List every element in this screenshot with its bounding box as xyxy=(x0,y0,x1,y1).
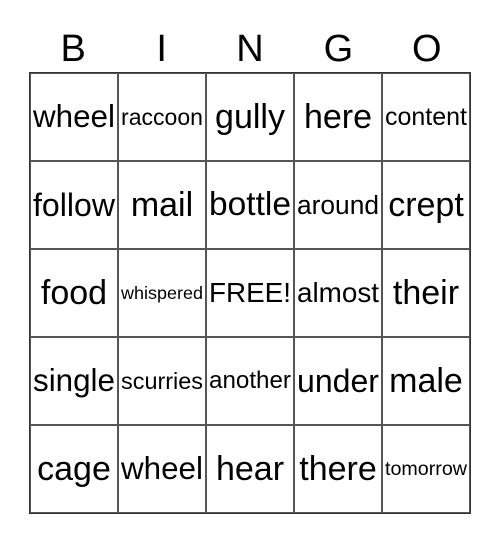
bingo-cell: their xyxy=(382,249,470,337)
bingo-cell-word: hear xyxy=(215,449,285,488)
bingo-cell-word: food xyxy=(40,273,108,312)
bingo-cell: around xyxy=(294,161,382,249)
bingo-grid: wheel raccoon gully here content follow mail bo… xyxy=(29,72,471,514)
bingo-cell-word: crept xyxy=(388,185,464,224)
bingo-cell: content xyxy=(382,73,470,161)
bingo-cell-word: around xyxy=(297,189,379,220)
bingo-cell-word: cage xyxy=(37,449,111,488)
bingo-cell: almost xyxy=(294,249,382,337)
bingo-cell-word: gully xyxy=(215,97,285,136)
bingo-cell: mail xyxy=(118,161,206,249)
bingo-cell: bottle xyxy=(206,161,294,249)
bingo-cell-word: content xyxy=(385,102,467,131)
bingo-header: B I N G O xyxy=(29,26,471,72)
bingo-cell: male xyxy=(382,337,470,425)
bingo-cell-word: here xyxy=(303,97,373,136)
bingo-cell-word: their xyxy=(392,273,460,312)
bingo-cell: cage xyxy=(30,425,118,513)
bingo-cell-word: scurries xyxy=(121,367,203,394)
bingo-cell: scurries xyxy=(118,337,206,425)
bingo-cell: another xyxy=(206,337,294,425)
bingo-cell-word: single xyxy=(33,363,115,398)
header-letter-b: B xyxy=(60,28,86,70)
bingo-cell-word: wheel xyxy=(33,99,115,134)
bingo-cell-word: another xyxy=(209,367,291,394)
bingo-cell-word: whispered xyxy=(121,282,203,303)
bingo-cell: here xyxy=(294,73,382,161)
bingo-cell-word: raccoon xyxy=(121,103,203,130)
bingo-cell-word: male xyxy=(389,361,463,400)
bingo-cell: under xyxy=(294,337,382,425)
bingo-cell: gully xyxy=(206,73,294,161)
bingo-cell: wheel xyxy=(118,425,206,513)
bingo-cell: single xyxy=(30,337,118,425)
bingo-cell: follow xyxy=(30,161,118,249)
bingo-cell-word: follow xyxy=(33,186,115,223)
header-letter-n: N xyxy=(236,28,264,70)
header-letter-i: I xyxy=(156,28,167,70)
bingo-cell: wheel xyxy=(30,73,118,161)
bingo-cell: raccoon xyxy=(118,73,206,161)
bingo-cell: there xyxy=(294,425,382,513)
bingo-cell: FREE! xyxy=(206,249,294,337)
bingo-cell: crept xyxy=(382,161,470,249)
bingo-cell-word: wheel xyxy=(121,451,203,486)
bingo-cell: whispered xyxy=(118,249,206,337)
header-letter-o: O xyxy=(412,28,442,70)
bingo-cell-word: tomorrow xyxy=(385,457,467,480)
bingo-cell-word: FREE! xyxy=(209,277,291,308)
bingo-cell-word: mail xyxy=(130,185,194,224)
bingo-cell-word: almost xyxy=(297,277,379,308)
bingo-cell-word: there xyxy=(299,449,377,488)
bingo-cell-word: bottle xyxy=(209,186,291,223)
bingo-cell-word: under xyxy=(297,362,379,399)
bingo-cell: tomorrow xyxy=(382,425,470,513)
bingo-cell: food xyxy=(30,249,118,337)
bingo-cell: hear xyxy=(206,425,294,513)
header-letter-g: G xyxy=(323,28,354,70)
